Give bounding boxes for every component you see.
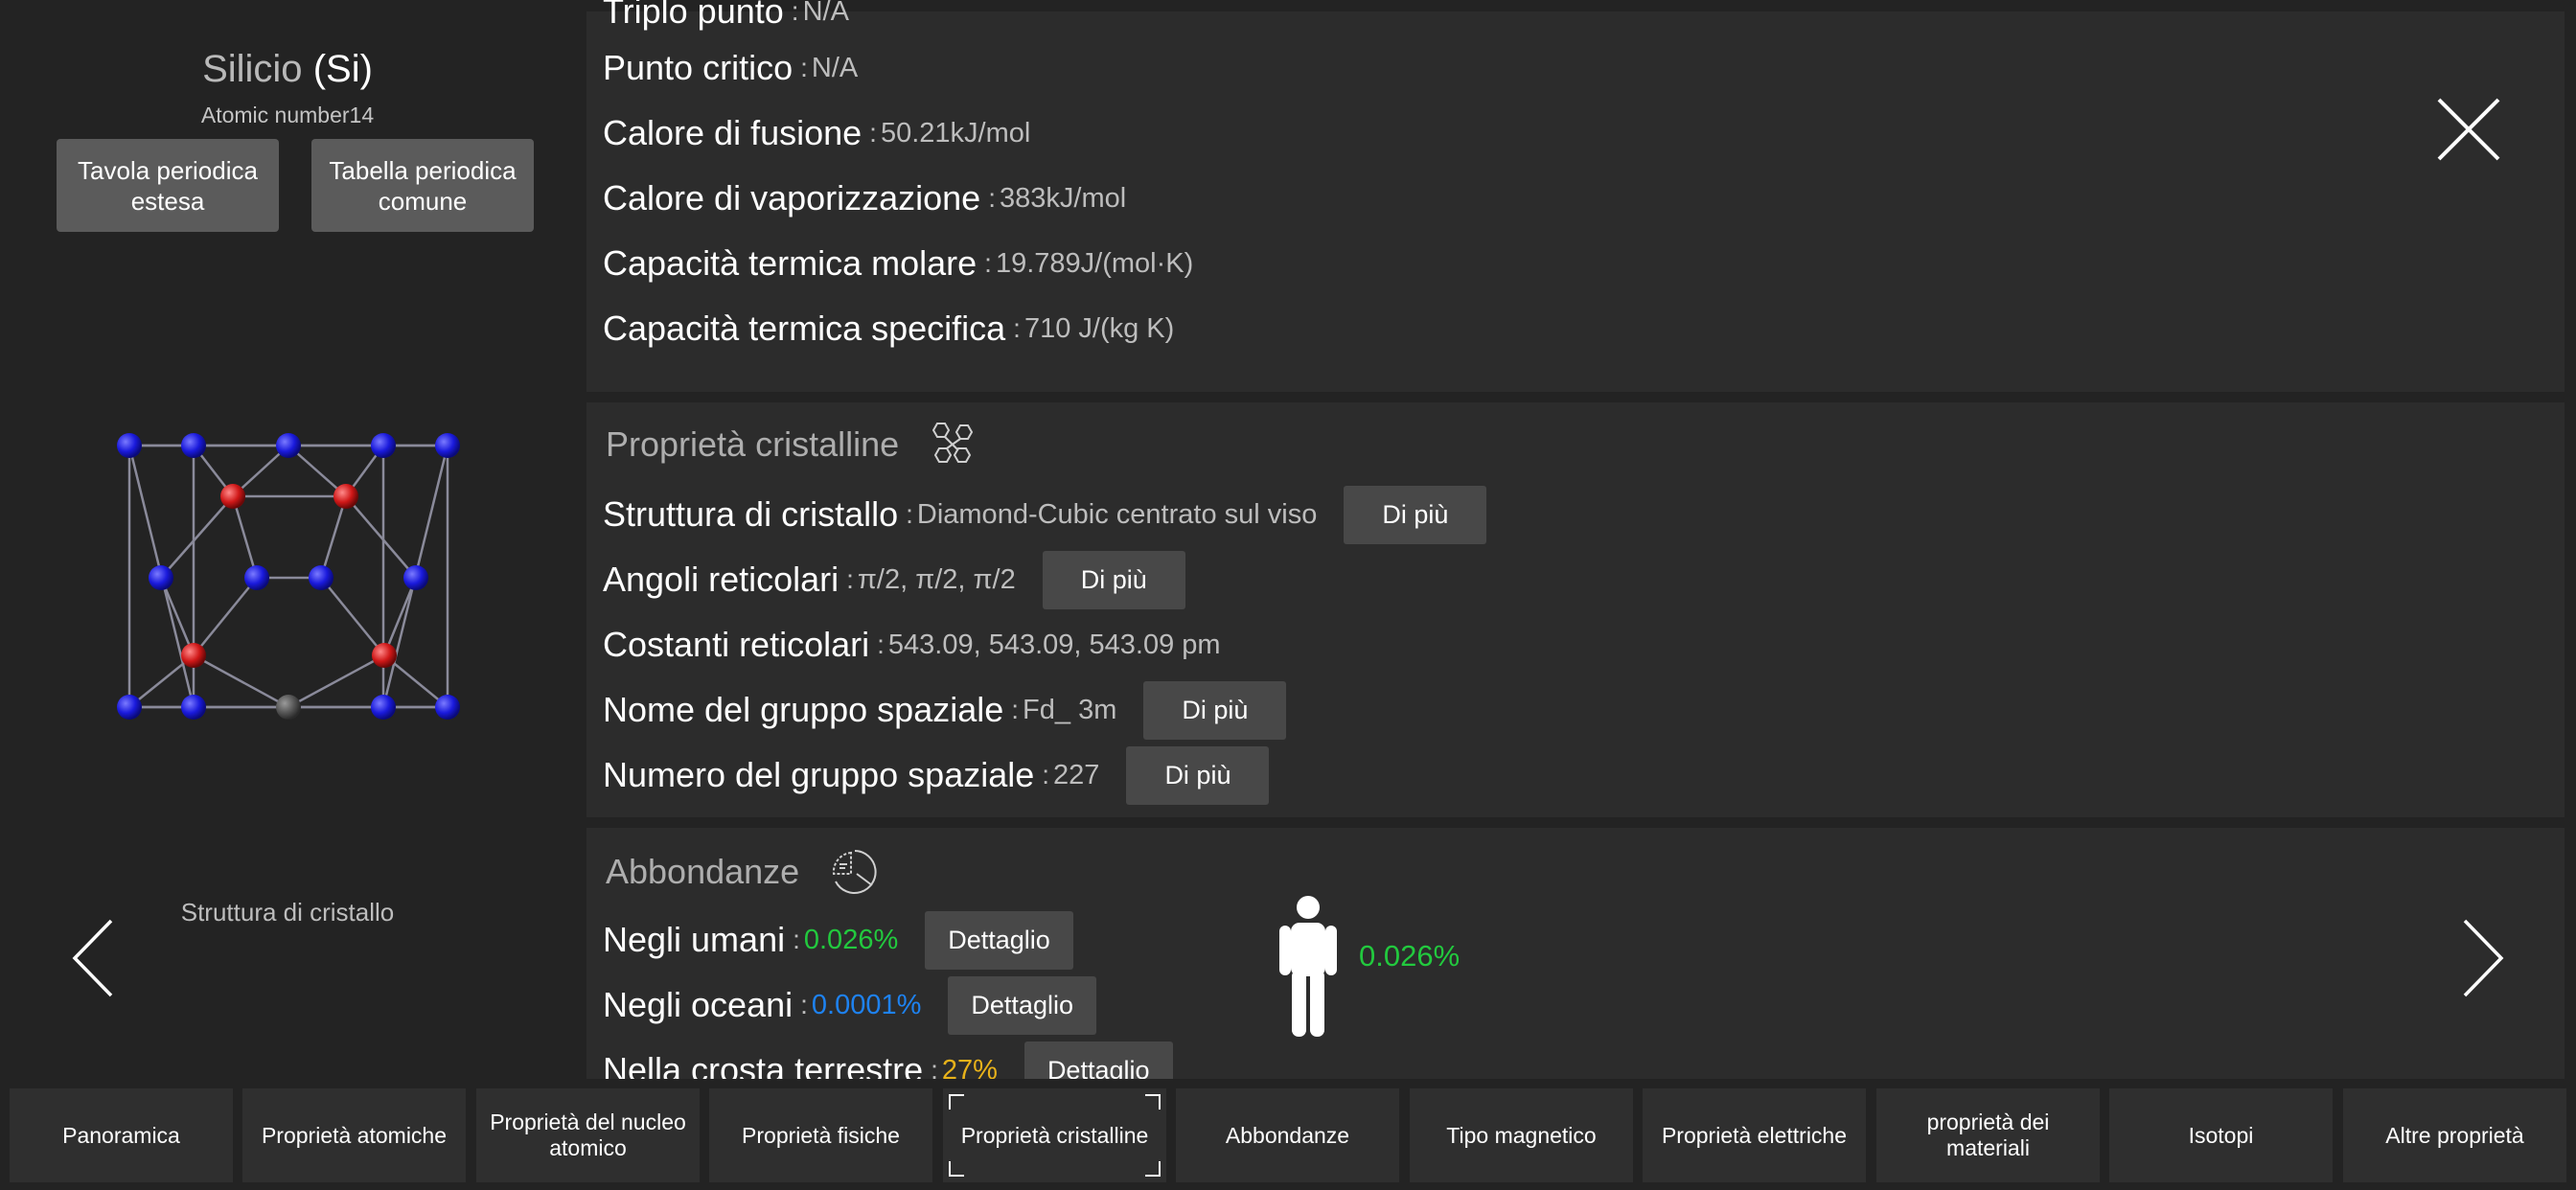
bottom-tab-bar: Panoramica Proprietà atomiche Proprietà …	[0, 1079, 2576, 1190]
element-name: Silicio	[202, 48, 303, 90]
section-title-text: Abbondanze	[606, 852, 800, 891]
property-value: Fd_ 3m	[1023, 694, 1117, 725]
more-button[interactable]: Di più	[1126, 745, 1270, 805]
abundance-value: 0.0001%	[811, 989, 922, 1020]
abundances-section-title: Abbondanze	[606, 845, 882, 899]
property-value: Diamond-Cubic centrato sul viso	[916, 498, 1318, 530]
property-value: N/A	[802, 0, 849, 27]
atomic-number: Atomic number14	[200, 103, 375, 127]
abundance-value: 27%	[941, 1054, 998, 1080]
section-title-text: Proprietà cristalline	[606, 424, 900, 464]
property-row: Calore di fusione:50.21kJ/mol	[603, 113, 1031, 152]
property-value: π/2, π/2, π/2	[857, 563, 1016, 595]
tab-crystal-properties[interactable]: Proprietà cristalline	[943, 1088, 1166, 1182]
property-value: 19.789J/(mol·K)	[995, 247, 1194, 279]
property-row: Struttura di cristallo: Diamond-Cubic cen…	[603, 485, 1487, 544]
property-row: Numero del gruppo spaziale:227 Di più	[603, 745, 1270, 805]
tab-atomic-properties[interactable]: Proprietà atomiche	[242, 1088, 466, 1182]
property-label: Costanti reticolari	[603, 625, 870, 664]
property-label: Calore di fusione	[603, 113, 862, 152]
element-symbol: (Si)	[312, 48, 373, 90]
property-label: Triplo punto	[603, 0, 784, 31]
property-row: Triplo punto: N/A	[603, 0, 849, 40]
abundance-label: Nella crosta terrestre	[603, 1050, 924, 1079]
property-value: 543.09, 543.09, 543.09 pm	[887, 629, 1221, 660]
previous-arrow-icon[interactable]	[69, 915, 117, 1001]
more-button[interactable]: Di più	[1042, 550, 1185, 609]
selection-corner	[949, 1161, 964, 1177]
property-label: Capacità termica specifica	[603, 309, 1006, 348]
abundance-value: 0.026%	[803, 924, 899, 955]
crystal-section-title: Proprietà cristalline	[606, 420, 978, 469]
tab-magnetic-type[interactable]: Tipo magnetico	[1410, 1088, 1633, 1182]
tab-isotopes[interactable]: Isotopi	[2109, 1088, 2333, 1182]
detail-button[interactable]: Dettaglio	[1024, 1041, 1173, 1079]
property-label: Calore di vaporizzazione	[603, 178, 981, 217]
property-value: 227	[1053, 759, 1100, 790]
tab-overview[interactable]: Panoramica	[10, 1088, 233, 1182]
crystal-properties-card: Proprietà cristalline Struttura di crist…	[586, 402, 2564, 817]
selection-corner	[1145, 1094, 1161, 1110]
property-label: Nome del gruppo spaziale	[603, 690, 1004, 729]
human-icon	[1279, 896, 1337, 1037]
more-button[interactable]: Di più	[1143, 680, 1287, 740]
lattice-bonds	[127, 444, 449, 709]
abundance-row: Negli oceani:0.0001% Dettaglio	[603, 975, 1096, 1035]
abundance-row: Negli umani:0.026% Dettaglio	[603, 910, 1073, 970]
detail-button[interactable]: Dettaglio	[925, 910, 1073, 970]
tab-other-properties[interactable]: Altre proprietà	[2343, 1088, 2566, 1182]
abundance-label: Negli umani	[603, 920, 786, 959]
abundance-label: Negli oceani	[603, 985, 794, 1024]
thermal-properties-card: Triplo punto: N/A Punto critico: N/A Calor…	[586, 0, 2564, 392]
tab-nuclear-properties[interactable]: Proprietà del nucleo atomico	[476, 1088, 700, 1182]
tab-abundances[interactable]: Abbondanze	[1176, 1088, 1399, 1182]
detail-button[interactable]: Dettaglio	[948, 975, 1096, 1035]
selection-corner	[949, 1094, 964, 1110]
property-row: Nome del gruppo spaziale: Fd_ 3m Di più	[603, 680, 1287, 740]
property-label: Angoli reticolari	[603, 560, 840, 599]
property-value: 710 J/(kg K)	[1024, 312, 1175, 344]
crystal-structure-model[interactable]	[96, 412, 479, 738]
extended-table-button[interactable]: Tavola periodica estesa	[57, 139, 279, 232]
close-icon[interactable]	[2435, 96, 2502, 163]
property-label: Struttura di cristallo	[603, 494, 899, 534]
more-button[interactable]: Di più	[1344, 485, 1487, 544]
property-row: Capacità termica specifica:710 J/(kg K)	[603, 309, 1175, 348]
element-title: Silicio (Si)	[0, 48, 575, 91]
crystal-icon	[932, 423, 974, 463]
property-row: Calore di vaporizzazione:383kJ/mol	[603, 178, 1127, 217]
common-table-button[interactable]: Tabella periodica comune	[311, 139, 534, 232]
tab-physical-properties[interactable]: Proprietà fisiche	[709, 1088, 932, 1182]
property-label: Punto critico	[603, 48, 794, 87]
property-label: Numero del gruppo spaziale	[603, 755, 1035, 794]
property-row: Punto critico: N/A	[603, 48, 859, 87]
property-row: Capacità termica molare:19.789J/(mol·K)	[603, 243, 1194, 283]
property-value: N/A	[811, 52, 859, 83]
pie-chart-icon	[833, 850, 877, 894]
tab-electrical-properties[interactable]: Proprietà elettriche	[1643, 1088, 1866, 1182]
property-label: Capacità termica molare	[603, 243, 978, 283]
main-panel[interactable]: Triplo punto: N/A Punto critico: N/A Calor…	[586, 0, 2564, 1079]
tab-material-properties[interactable]: proprietà dei materiali	[1876, 1088, 2100, 1182]
property-value: 50.21kJ/mol	[880, 117, 1031, 149]
property-value: 383kJ/mol	[1000, 182, 1127, 214]
human-percent-value: 0.026%	[1359, 939, 1460, 973]
abundance-row: Nella crosta terrestre:27% Dettaglio	[603, 1041, 1173, 1079]
selection-corner	[1145, 1161, 1161, 1177]
property-row: Angoli reticolari: π/2, π/2, π/2 Di più	[603, 550, 1185, 609]
next-arrow-icon[interactable]	[2459, 915, 2507, 1001]
property-row: Costanti reticolari:543.09, 543.09, 543.…	[603, 625, 1221, 664]
abundances-card: Abbondanze Negli umani:0.026% Dettaglio …	[586, 828, 2564, 1079]
